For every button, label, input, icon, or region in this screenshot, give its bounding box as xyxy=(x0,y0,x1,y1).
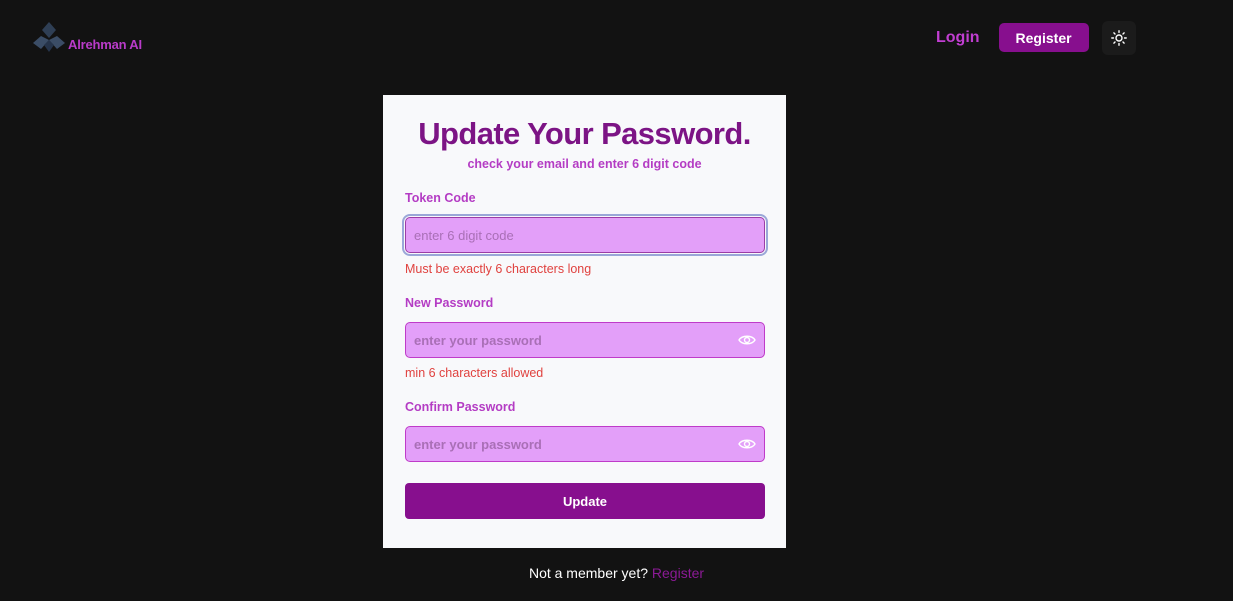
theme-toggle-button[interactable] xyxy=(1102,21,1136,55)
footer-prompt: Not a member yet? Register xyxy=(0,565,1233,581)
login-link[interactable]: Login xyxy=(936,29,980,47)
confirm-password-label: Confirm Password xyxy=(405,400,516,414)
eye-icon[interactable] xyxy=(738,333,756,347)
new-password-label: New Password xyxy=(405,296,494,310)
confirm-password-input[interactable] xyxy=(406,427,764,461)
register-button[interactable]: Register xyxy=(998,23,1089,52)
token-code-input[interactable] xyxy=(406,218,764,252)
logo-text: Alrehman AI xyxy=(68,37,142,52)
footer-prompt-text: Not a member yet? xyxy=(528,565,649,581)
new-password-field xyxy=(405,322,765,358)
brand-logo[interactable]: Alrehman AI xyxy=(32,21,142,53)
new-password-input[interactable] xyxy=(406,323,764,357)
top-nav: Login Register xyxy=(936,23,1089,52)
token-code-field xyxy=(405,217,765,253)
sun-icon xyxy=(1111,30,1127,46)
top-header: Alrehman AI Login Register xyxy=(0,0,1233,80)
update-password-card: Update Your Password. check your email a… xyxy=(383,95,786,548)
token-code-error: Must be exactly 6 characters long xyxy=(405,262,592,276)
footer-register-link[interactable]: Register xyxy=(652,565,704,581)
page-title: Update Your Password. xyxy=(418,116,751,151)
page-subtitle: check your email and enter 6 digit code xyxy=(467,157,702,171)
update-button[interactable]: Update xyxy=(405,483,765,519)
confirm-password-field xyxy=(405,426,765,462)
token-code-label: Token Code xyxy=(405,191,476,205)
new-password-error: min 6 characters allowed xyxy=(405,366,544,380)
logo-icon xyxy=(33,22,65,52)
eye-icon[interactable] xyxy=(738,437,756,451)
